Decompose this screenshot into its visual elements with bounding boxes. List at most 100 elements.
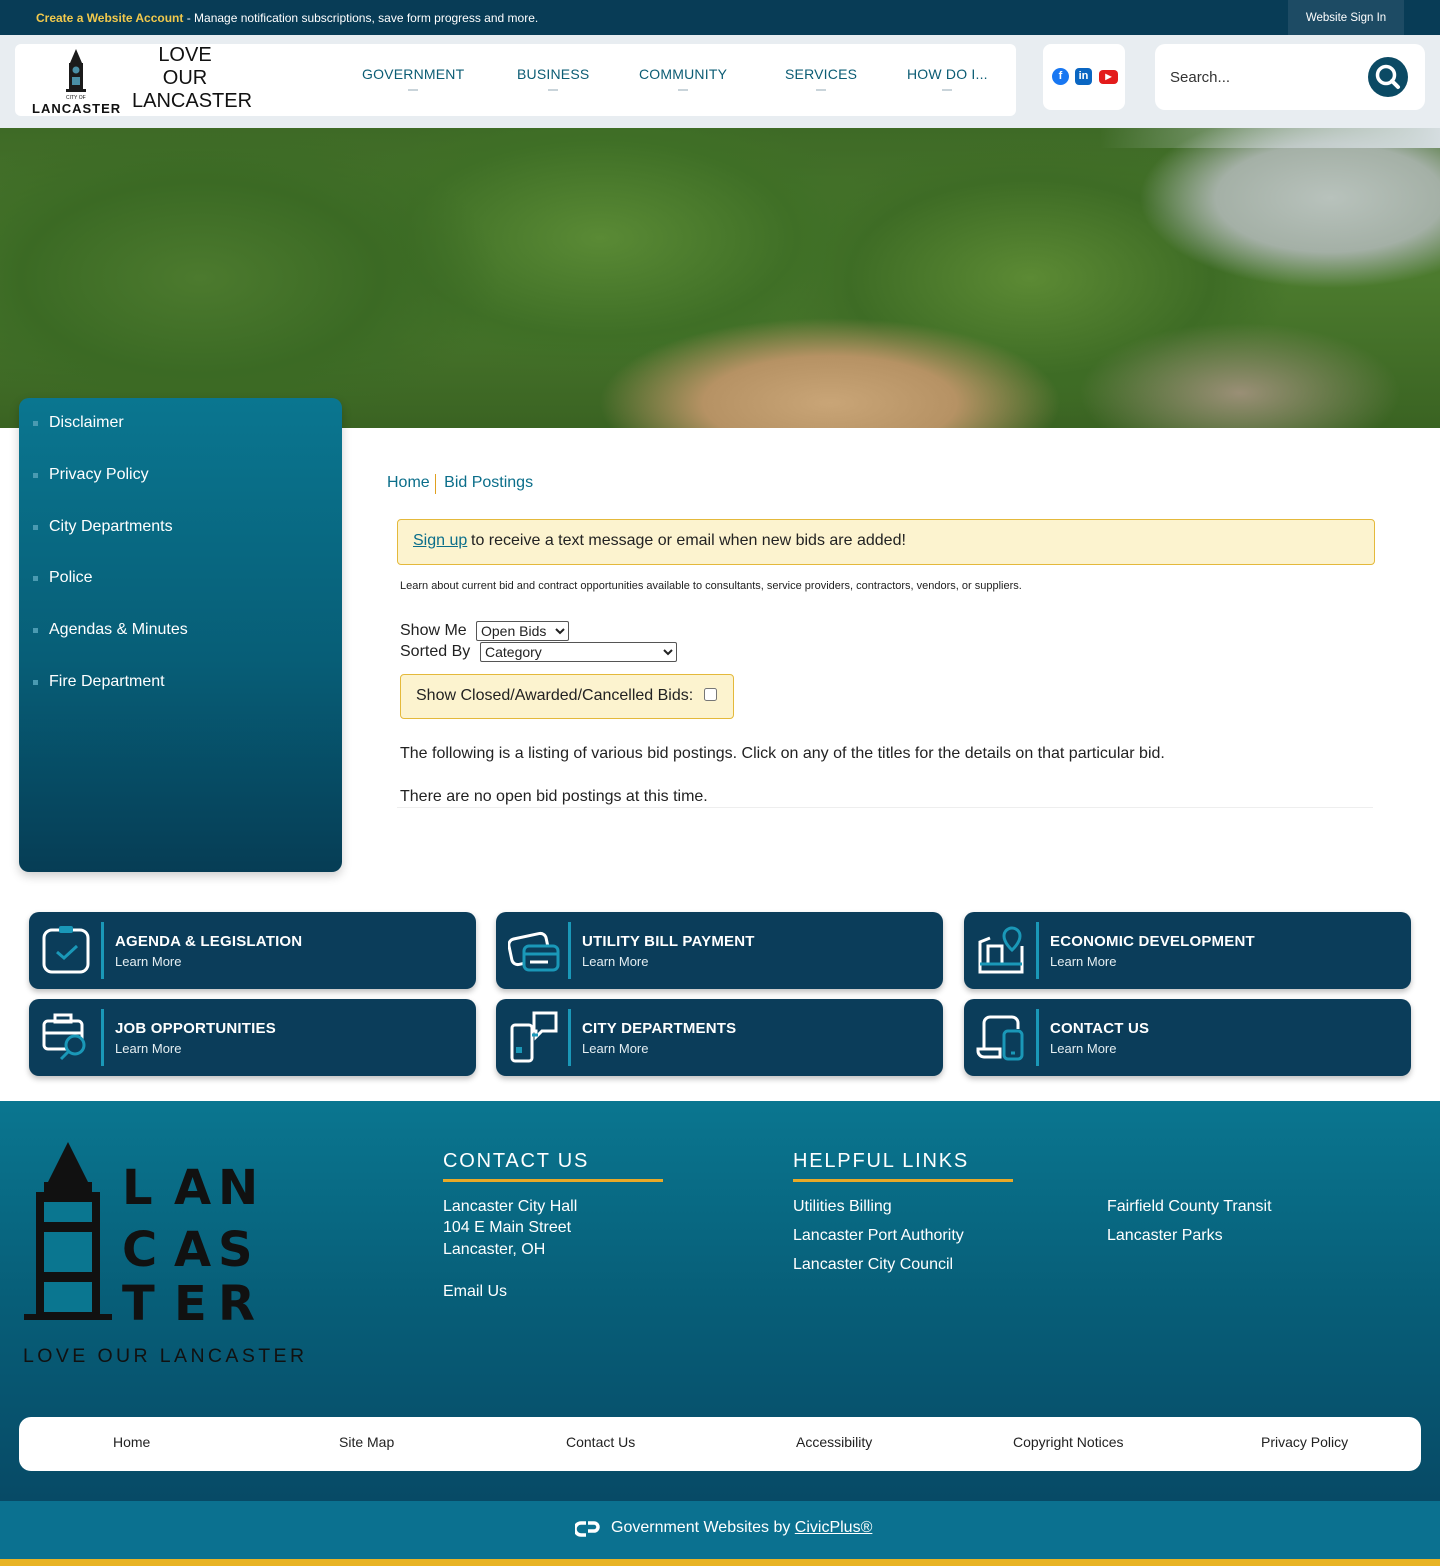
tile-title: UTILITY BILL PAYMENT	[582, 933, 755, 950]
sidebar-item-agendas-minutes[interactable]: Agendas & Minutes	[49, 621, 188, 639]
breadcrumb-bid-postings[interactable]: Bid Postings	[444, 474, 533, 491]
website-sign-in-button[interactable]: Website Sign In	[1288, 0, 1404, 35]
sidebar-item-police[interactable]: Police	[49, 569, 93, 587]
email-us-link[interactable]: Email Us	[443, 1283, 507, 1301]
tile-utility-bill-payment[interactable]: UTILITY BILL PAYMENT Learn More	[496, 912, 943, 989]
bottom-link-accessibility[interactable]: Accessibility	[796, 1434, 872, 1450]
listing-description: The following is a listing of various bi…	[400, 745, 1165, 762]
bottom-link-copyright[interactable]: Copyright Notices	[1013, 1434, 1124, 1450]
footer-link-port-authority[interactable]: Lancaster Port Authority	[793, 1227, 964, 1245]
bullet-icon	[33, 421, 38, 426]
bullet-icon	[33, 680, 38, 685]
hero-image	[0, 128, 1440, 428]
contact-line: Lancaster City Hall	[443, 1198, 578, 1215]
breadcrumb-home[interactable]: Home	[387, 474, 430, 491]
bullet-icon	[33, 576, 38, 581]
sidebar-item-fire-department[interactable]: Fire Department	[49, 673, 165, 691]
youtube-icon[interactable]: ▶	[1099, 70, 1118, 84]
heading-underline	[443, 1179, 663, 1182]
logo-letter: C	[122, 1222, 157, 1278]
contact-line: Lancaster, OH	[443, 1241, 546, 1258]
contact-line: 104 E Main Street	[443, 1219, 572, 1236]
sign-up-link[interactable]: Sign up	[413, 532, 467, 550]
tile-divider	[1036, 1009, 1039, 1066]
logo-letter: A	[174, 1222, 211, 1278]
search-button[interactable]	[1368, 57, 1408, 97]
tile-learn-more: Learn More	[115, 1041, 182, 1056]
heading-underline	[793, 1179, 1013, 1182]
tile-title: AGENDA & LEGISLATION	[115, 933, 303, 950]
tile-city-departments[interactable]: CITY DEPARTMENTS Learn More	[496, 999, 943, 1076]
breadcrumb: Home Bid Postings	[387, 474, 533, 492]
search-icon	[1375, 64, 1400, 89]
logo-letter: A	[174, 1160, 211, 1216]
briefcase-search-icon	[42, 1013, 86, 1061]
clipboard-check-icon	[42, 926, 90, 974]
lancaster-logo-icon: L A N C A S T E R	[24, 1142, 258, 1332]
sidebar-item-privacy-policy[interactable]: Privacy Policy	[49, 466, 149, 484]
footer-link-utilities-billing[interactable]: Utilities Billing	[793, 1198, 892, 1216]
tile-learn-more: Learn More	[582, 954, 649, 969]
tile-economic-development[interactable]: ECONOMIC DEVELOPMENT Learn More	[964, 912, 1411, 989]
tile-agenda-legislation[interactable]: AGENDA & LEGISLATION Learn More	[29, 912, 476, 989]
nav-government[interactable]: GOVERNMENT	[362, 66, 464, 91]
logo-tagline: LOVE OUR LANCASTER	[132, 44, 253, 113]
gold-accent-line	[0, 1559, 1440, 1566]
bottom-link-contact-us[interactable]: Contact Us	[566, 1434, 635, 1450]
logo-letter: L	[122, 1160, 153, 1216]
no-bids-message: There are no open bid postings at this t…	[400, 788, 708, 805]
logo-letter: T	[122, 1276, 155, 1332]
linkedin-icon[interactable]: in	[1075, 68, 1092, 85]
account-message-text: - Manage notification subscriptions, sav…	[183, 11, 539, 25]
tile-title: CITY DEPARTMENTS	[582, 1020, 737, 1037]
logo-tagline-line: LANCASTER	[132, 90, 253, 112]
tile-learn-more: Learn More	[1050, 1041, 1117, 1056]
logo-letter: N	[218, 1160, 258, 1216]
tile-learn-more: Learn More	[582, 1041, 649, 1056]
clock-tower-icon	[66, 49, 86, 92]
tile-learn-more: Learn More	[1050, 954, 1117, 969]
bullet-icon	[33, 525, 38, 530]
logo-city-name: LANCASTER	[32, 101, 122, 116]
nav-how-do-i[interactable]: HOW DO I...	[907, 66, 988, 91]
search-input[interactable]	[1170, 64, 1360, 90]
alert-text: to receive a text message or email when …	[471, 532, 906, 549]
credit-card-icon	[508, 931, 560, 972]
phone-chat-icon	[510, 1011, 558, 1063]
tile-divider	[101, 922, 104, 979]
sidebar-item-disclaimer[interactable]: Disclaimer	[49, 414, 124, 432]
logo-letter: E	[174, 1276, 207, 1332]
footer-contact-heading: CONTACT US	[443, 1150, 590, 1172]
nav-community[interactable]: COMMUNITY	[639, 66, 727, 91]
nav-services[interactable]: SERVICES	[785, 66, 857, 91]
logo-tagline-line: OUR	[162, 67, 208, 89]
footer-link-county-transit[interactable]: Fairfield County Transit	[1107, 1198, 1272, 1216]
bottom-link-privacy-policy[interactable]: Privacy Policy	[1261, 1434, 1348, 1450]
civicplus-link[interactable]: CivicPlus®	[795, 1519, 873, 1536]
bullet-icon	[33, 628, 38, 633]
facebook-icon[interactable]: f	[1052, 68, 1069, 85]
show-me-label: Show Me	[400, 622, 467, 639]
bullet-icon	[33, 473, 38, 478]
nav-business[interactable]: BUSINESS	[517, 66, 589, 91]
top-bar: Create a Website Account - Manage notifi…	[0, 0, 1440, 35]
civicplus-credit: Government Websites by CivicPlus®	[611, 1519, 872, 1537]
sorted-by-select[interactable]: Category	[480, 642, 677, 662]
tile-learn-more: Learn More	[115, 954, 182, 969]
create-account-link[interactable]: Create a Website Account	[36, 11, 183, 25]
bottom-link-site-map[interactable]: Site Map	[339, 1434, 394, 1450]
tile-job-opportunities[interactable]: JOB OPPORTUNITIES Learn More	[29, 999, 476, 1076]
closed-bids-checkbox[interactable]	[704, 688, 717, 701]
sidebar-item-city-departments[interactable]: City Departments	[49, 518, 173, 536]
tile-contact-us[interactable]: CONTACT US Learn More	[964, 999, 1411, 1076]
civicplus-icon	[575, 1521, 600, 1537]
tile-title: JOB OPPORTUNITIES	[115, 1020, 276, 1037]
logo-letter: S	[218, 1222, 253, 1278]
civicplus-prefix: Government Websites by	[611, 1519, 795, 1536]
show-me-select[interactable]: Open Bids	[476, 621, 569, 641]
bottom-link-home[interactable]: Home	[113, 1434, 150, 1450]
footer-link-lancaster-parks[interactable]: Lancaster Parks	[1107, 1227, 1223, 1245]
footer-link-city-council[interactable]: Lancaster City Council	[793, 1256, 953, 1274]
closed-bids-label: Show Closed/Awarded/Cancelled Bids:	[416, 687, 694, 704]
devices-icon	[976, 1015, 1024, 1061]
